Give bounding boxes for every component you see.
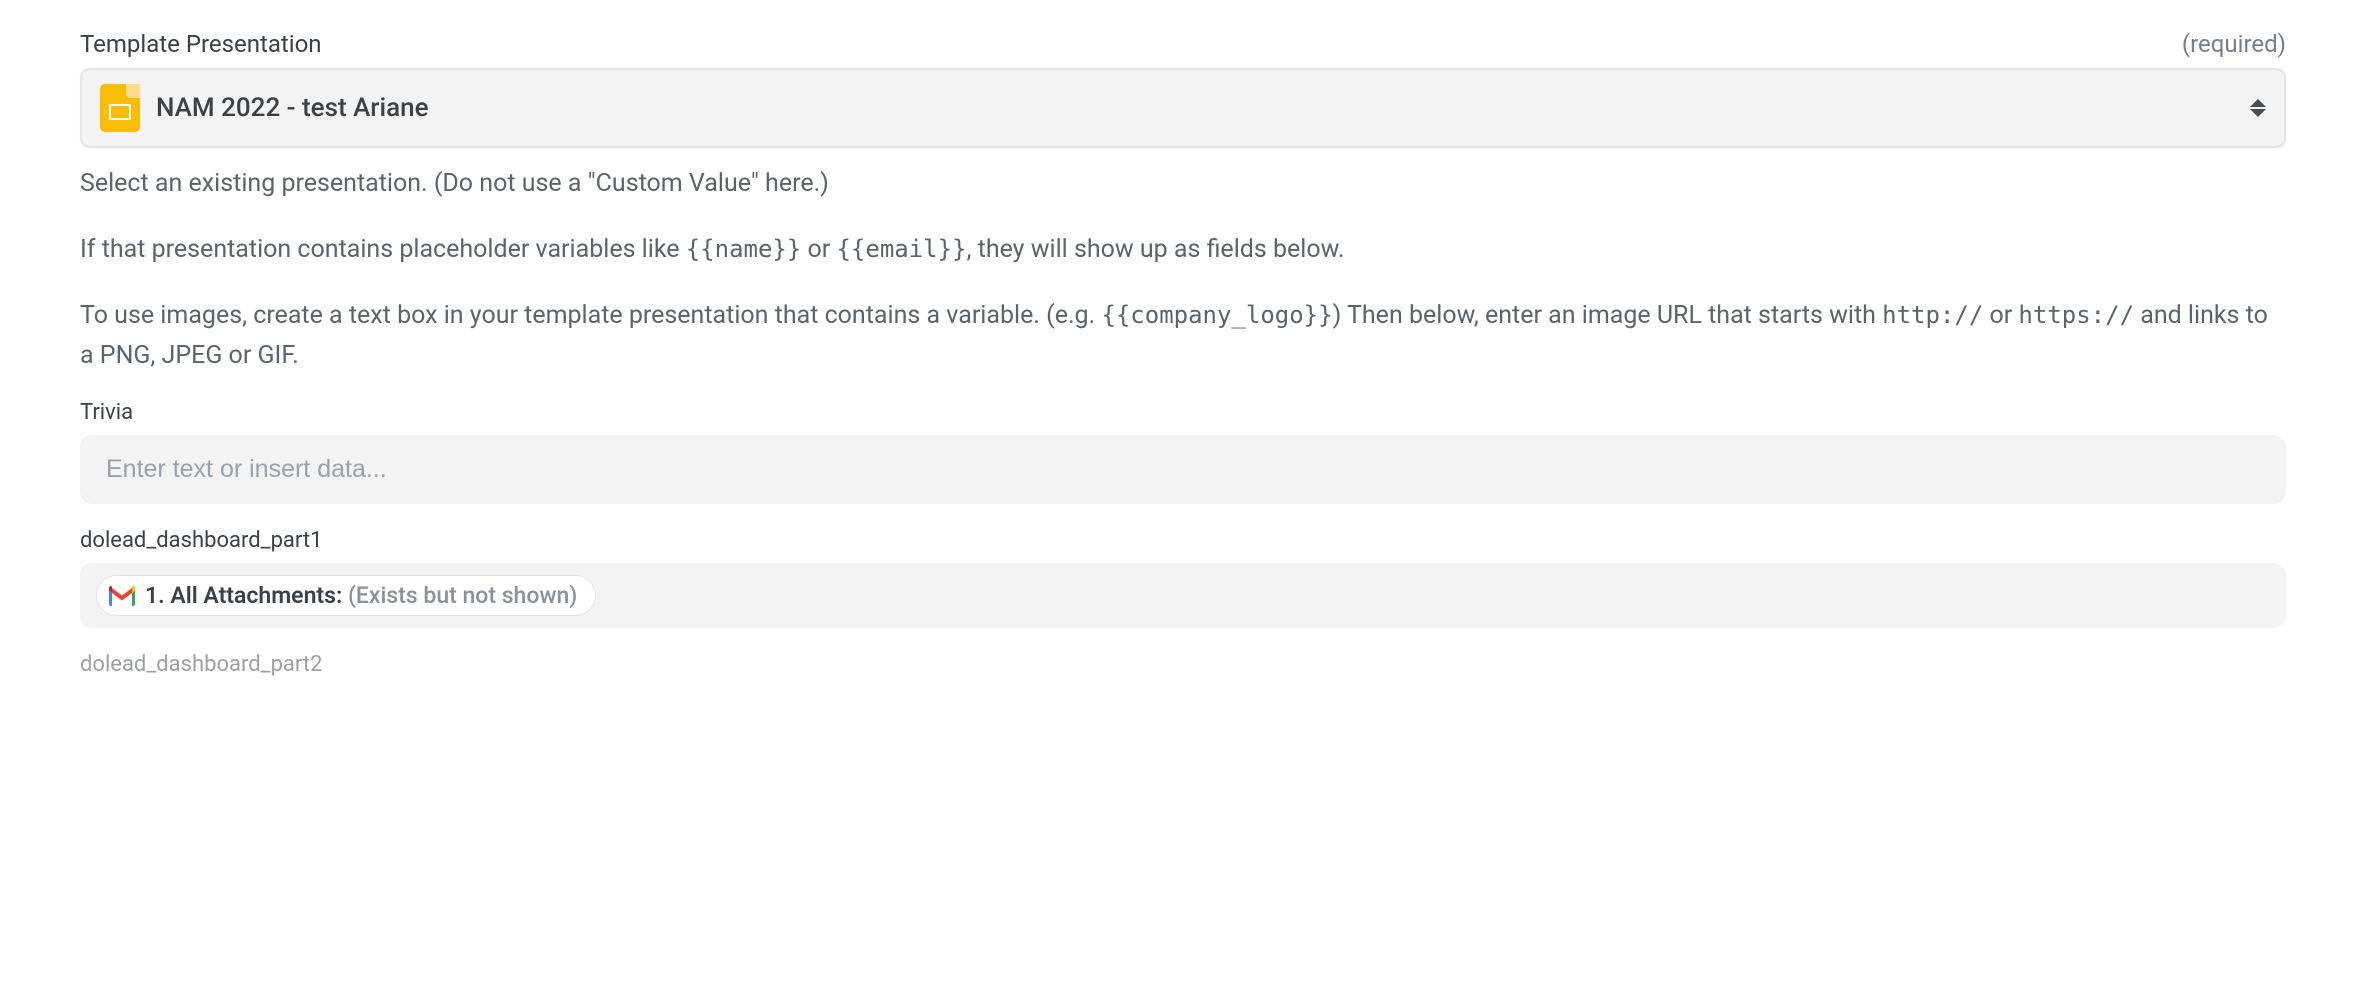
template-presentation-dropdown[interactable]: NAM 2022 - test Ariane (80, 68, 2286, 148)
trivia-label: Trivia (80, 400, 2286, 425)
trivia-section: Trivia (80, 400, 2286, 504)
pill-suffix-text: (Exists but not shown) (348, 582, 577, 609)
dashboard-part1-label: dolead_dashboard_part1 (80, 528, 2286, 553)
help-paragraph-2: If that presentation contains placeholde… (80, 230, 2286, 270)
field-header: Template Presentation (required) (80, 30, 2286, 58)
trivia-input[interactable] (80, 435, 2286, 504)
pill-main-text: 1. All Attachments: (145, 582, 348, 609)
dashboard-part1-section: dolead_dashboard_part1 1. All Attachment… (80, 528, 2286, 628)
attachment-pill[interactable]: 1. All Attachments: (Exists but not show… (96, 575, 596, 616)
dashboard-part2-label: dolead_dashboard_part2 (80, 652, 2286, 677)
help-paragraph-3: To use images, create a text box in your… (80, 296, 2286, 376)
template-presentation-label: Template Presentation (80, 30, 322, 58)
template-presentation-section: Template Presentation (required) NAM 202… (80, 30, 2286, 376)
code-email-var: {{email}} (836, 235, 966, 263)
sort-arrows-icon (2250, 99, 2266, 117)
pill-content: 1. All Attachments: (Exists but not show… (145, 582, 577, 609)
dropdown-content: NAM 2022 - test Ariane (100, 84, 429, 132)
code-http: http:// (1882, 301, 1983, 329)
required-indicator: (required) (2182, 30, 2286, 58)
code-logo-var: {{company_logo}} (1101, 301, 1332, 329)
google-slides-icon (100, 84, 140, 132)
code-name-var: {{name}} (686, 235, 802, 263)
help-paragraph-1: Select an existing presentation. (Do not… (80, 164, 2286, 204)
dashboard-part1-field[interactable]: 1. All Attachments: (Exists but not show… (80, 563, 2286, 628)
help-text-block: Select an existing presentation. (Do not… (80, 164, 2286, 376)
dropdown-selected-value: NAM 2022 - test Ariane (156, 93, 429, 123)
code-https: https:// (2018, 301, 2134, 329)
gmail-icon (109, 586, 135, 606)
